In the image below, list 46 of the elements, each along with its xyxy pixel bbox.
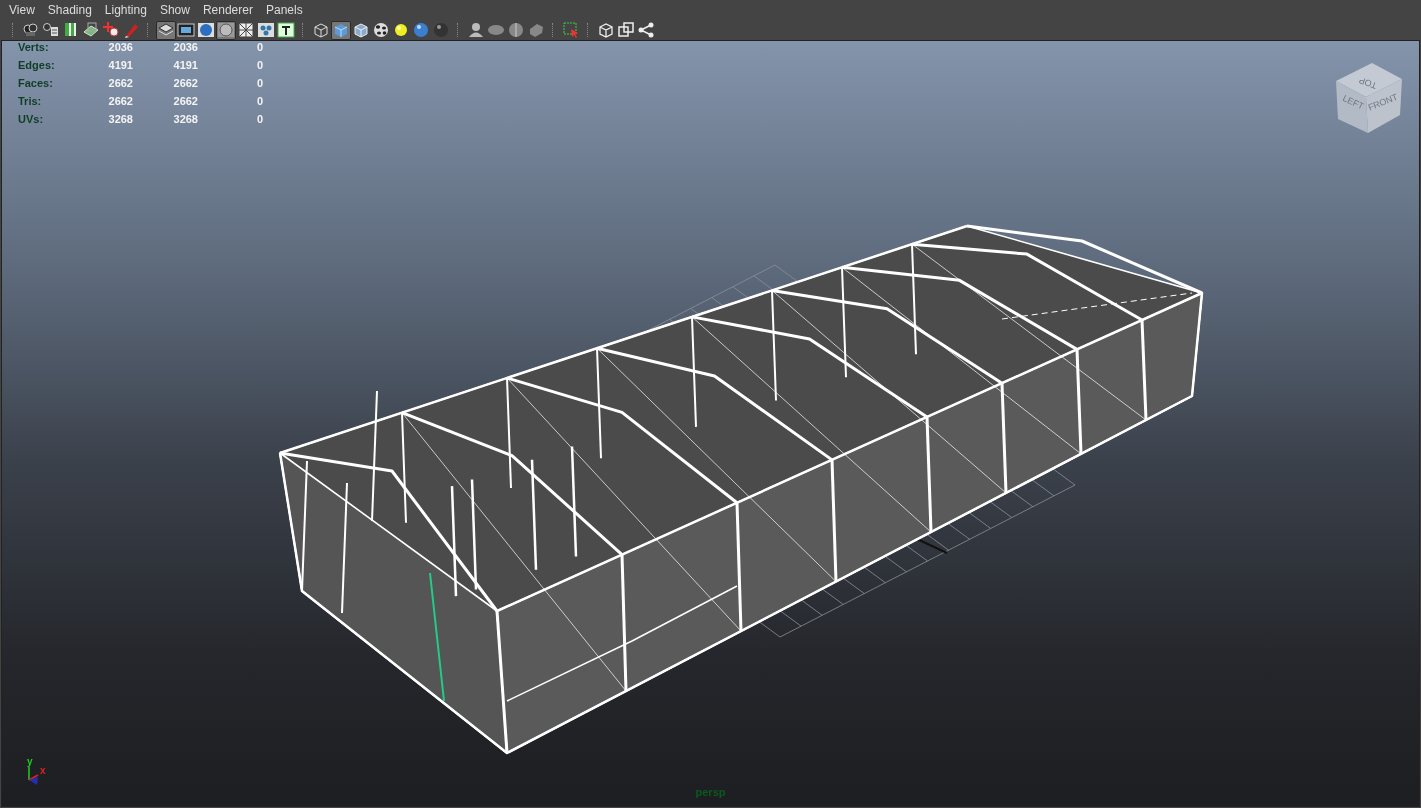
figure-icon[interactable] [466, 20, 486, 40]
share-icon[interactable] [636, 20, 656, 40]
stat-value: 2036 [172, 41, 198, 53]
menu-item[interactable]: Shading [42, 1, 97, 19]
stat-value: 0 [255, 41, 263, 53]
overlap-squares-icon[interactable] [616, 20, 636, 40]
circle-icon[interactable] [216, 20, 236, 40]
cube-face-label: LEFT [1341, 93, 1366, 112]
stat-value: 2662 [172, 77, 198, 89]
stat-value: 4191 [172, 59, 198, 71]
cube-icon[interactable] [331, 20, 351, 40]
camera-label: persp [695, 786, 726, 798]
stat-value: 2662 [107, 95, 133, 107]
sphere-icon[interactable] [506, 20, 526, 40]
stat-value: 3268 [107, 113, 133, 125]
stat-value: 2662 [172, 95, 198, 107]
stat-label: UVs: [18, 113, 45, 125]
stat-label: Tris: [18, 95, 43, 107]
axis-label: x [40, 765, 46, 776]
stat-label: Faces: [18, 77, 54, 89]
stat-value: 0 [255, 113, 263, 125]
patterned-ball-icon[interactable] [371, 20, 391, 40]
sphere-icon[interactable] [411, 20, 431, 40]
menu-item[interactable]: Panels [260, 1, 308, 19]
stat-value: 3268 [172, 113, 198, 125]
stat-value: 0 [255, 59, 263, 71]
stat-value: 2662 [107, 77, 133, 89]
layers-icon[interactable] [156, 20, 176, 40]
stat-value: 2036 [107, 41, 133, 53]
cube-face-label: TOP [1357, 75, 1379, 91]
stat-value: 0 [255, 95, 263, 107]
menu-item[interactable]: View [4, 1, 40, 19]
menu-item[interactable]: Lighting [99, 1, 152, 19]
stat-label: Edges: [18, 59, 56, 71]
stat-label: Verts: [18, 41, 50, 53]
stat-value: 4191 [107, 59, 133, 71]
sphere-icon[interactable] [431, 20, 451, 40]
axis-label: y [27, 756, 33, 767]
hatched-square-icon[interactable] [236, 20, 256, 40]
t-shape-icon[interactable] [276, 20, 296, 40]
axis-indicator-icon [28, 766, 39, 785]
menu-item[interactable]: Show [154, 1, 195, 19]
sphere-icon[interactable] [196, 20, 216, 40]
menu-item[interactable]: Renderer [197, 1, 258, 19]
dots-icon[interactable] [256, 20, 276, 40]
stat-value: 0 [255, 77, 263, 89]
